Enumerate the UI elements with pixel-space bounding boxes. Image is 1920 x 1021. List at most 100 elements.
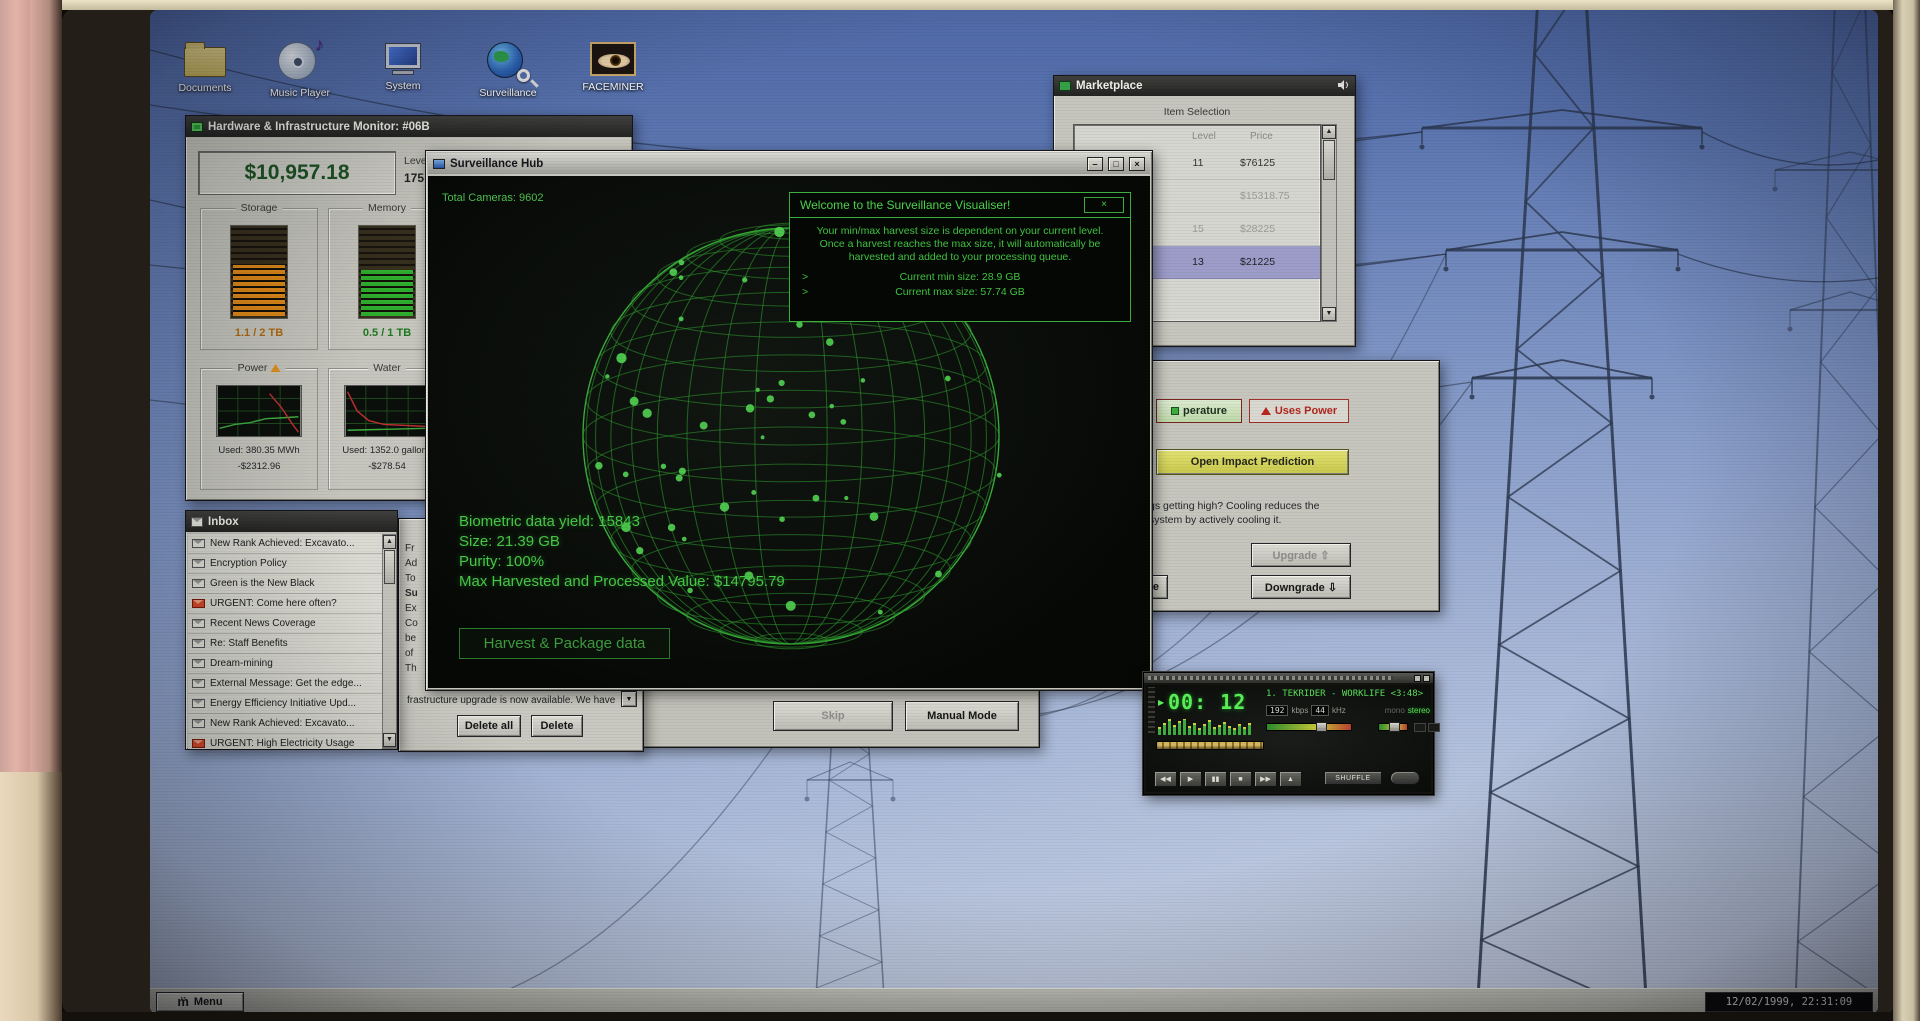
music-note-icon: ♪ [315,34,324,54]
music-player-window: ▶ 00: 12 1. TEKRIDER - WORKLIFE <3:48> 1… [1143,672,1440,795]
scroll-down-icon[interactable]: ▼ [1322,307,1336,321]
inbox-window: Inbox New Rank Achieved: Excavato... Enc… [185,510,398,750]
spectrum-analyzer [1158,719,1251,735]
eq-button[interactable] [1414,723,1426,732]
delete-all-button[interactable]: Delete all [457,715,521,737]
balance-slider[interactable] [1378,722,1408,732]
transport-button[interactable]: ▶ [1179,771,1202,787]
automation-panel: Skip Manual Mode [632,686,1040,748]
warning-icon [270,364,281,372]
welcome-dialog: Welcome to the Surveillance Visualiser! … [789,192,1131,322]
inbox-scrollbar[interactable]: ▲ ▼ [382,534,397,748]
upgrade-button[interactable]: Upgrade ⇧ [1251,543,1351,567]
scroll-up-icon[interactable]: ▲ [383,535,396,549]
transport-button[interactable]: ■ [1229,771,1252,787]
min-size-row: > Current min size: 28.9 GB [802,271,1021,283]
desktop-icon-surveillance[interactable]: Surveillance [466,38,550,99]
mono-indicator: mono [1384,706,1405,715]
delete-button[interactable]: Delete [531,715,583,737]
icon-label: Documents [178,82,232,94]
inbox-row[interactable]: Re: Staff Benefits [188,634,382,654]
inbox-row[interactable]: Dream-mining [188,654,382,674]
balance-knob[interactable] [1389,722,1401,732]
transport-button[interactable]: ◀◀ [1154,771,1177,787]
storage-label: Storage [235,202,283,214]
marketplace-scrollbar[interactable]: ▲ ▼ [1321,124,1337,322]
volume-slider[interactable] [1266,722,1352,732]
manual-mode-button[interactable]: Manual Mode [905,701,1019,731]
inbox-row[interactable]: Energy Efficiency Initiative Upd... [188,694,382,714]
maximize-icon[interactable]: □ [1108,156,1124,171]
harvest-stats: Biometric data yield: 15843 Size: 21.39 G… [459,512,785,592]
stage: Documents ♪ Music Player System Surveill… [0,0,1920,1021]
menu-button[interactable]: m̈ Menu [156,992,244,1012]
downgrade-button[interactable]: Downgrade ⇩ [1251,575,1351,599]
taskbar: m̈ Menu 12/02/1999, 22:31:09 [150,988,1878,1014]
clutterbar[interactable] [1148,687,1155,733]
skip-button[interactable]: Skip [773,701,893,731]
transport-button[interactable]: ▮▮ [1204,771,1227,787]
hardware-monitor-titlebar[interactable]: Hardware & Infrastructure Monitor: #06B [186,116,632,137]
inbox-subject: URGENT: Come here often? [210,598,337,609]
dropdown-arrow-button[interactable]: ▼ [621,691,637,707]
dialog-close-icon[interactable]: × [1084,197,1124,213]
time-display: 00: 12 [1168,690,1247,714]
player-titlebar[interactable] [1144,673,1433,683]
inbox-row[interactable]: New Rank Achieved: Excavato... [188,534,382,554]
monitor-icon [433,158,445,169]
uses-power-badge[interactable]: Uses Power [1249,399,1349,423]
scrollbar-thumb[interactable] [1323,140,1335,180]
scroll-up-icon[interactable]: ▲ [1322,125,1336,139]
inbox-row[interactable]: External Message: Get the edge... [188,674,382,694]
folder-icon [184,42,226,77]
desktop-icon-system[interactable]: System [361,38,445,92]
desktop-icon-faceminer[interactable]: FACEMINER [571,38,655,93]
bezel-top [62,0,1893,10]
inbox-row[interactable]: Encryption Policy [188,554,382,574]
bitrate-unit: kbps [1291,706,1309,715]
transport-button[interactable]: ▶▶ [1254,771,1277,787]
inbox-titlebar[interactable]: Inbox [186,511,397,532]
playlist-button[interactable] [1428,723,1440,732]
marketplace-icon [1059,81,1071,91]
level-value: 175 [404,171,425,185]
temperature-button[interactable]: perature [1156,399,1242,423]
harvest-package-button[interactable]: Harvest & Package data [459,628,670,659]
storage-value: 1.1 / 2 TB [234,327,284,339]
transport-controls: ◀◀ ▶ ▮▮ ■ ▶▶ ▲ [1154,771,1302,787]
minimize-icon[interactable]: – [1087,156,1103,171]
cd-icon: ♪ [278,34,324,82]
inbox-row[interactable]: Green is the New Black [188,574,382,594]
max-size-row: > Current max size: 57.74 GB [802,286,1025,298]
desktop-icon-documents[interactable]: Documents [163,38,247,94]
memory-meter [358,225,416,319]
surveillance-hub-titlebar[interactable]: Surveillance Hub – □ × [428,153,1150,174]
player-close-icon[interactable] [1423,674,1430,682]
shuffle-button[interactable]: SHUFFLE [1324,771,1382,785]
repeat-button[interactable] [1390,771,1420,785]
icon-label: Music Player [269,87,331,99]
list-header: Level Price [1074,125,1320,147]
memory-label: Memory [363,202,411,214]
inbox-row[interactable]: URGENT: High Electricity Usage [188,734,382,749]
marketplace-titlebar[interactable]: Marketplace [1054,76,1355,96]
transport-button[interactable]: ▲ [1279,771,1302,787]
inbox-row[interactable]: New Rank Achieved: Excavato... [188,714,382,734]
scroll-down-icon[interactable]: ▼ [383,733,396,747]
cooling-description: gs getting high? Cooling reduces the sys… [1149,500,1320,526]
inbox-subject: External Message: Get the edge... [210,678,362,689]
close-icon[interactable]: × [1129,156,1145,171]
desktop-icon-music-player[interactable]: ♪ Music Player [258,34,342,99]
envelope-icon [192,699,205,708]
volume-knob[interactable] [1315,722,1327,732]
open-impact-prediction-button[interactable]: Open Impact Prediction [1156,449,1349,475]
globe-magnifier-icon [486,40,530,82]
inbox-row[interactable]: URGENT: Come here often? [188,594,382,614]
seek-bar[interactable] [1156,741,1264,750]
speaker-icon[interactable] [1338,79,1350,93]
inbox-subject: URGENT: High Electricity Usage [210,738,355,749]
play-indicator-icon: ▶ [1158,698,1165,707]
scrollbar-thumb[interactable] [384,550,395,584]
inbox-row[interactable]: Recent News Coverage [188,614,382,634]
player-minimize-icon[interactable] [1414,674,1421,682]
